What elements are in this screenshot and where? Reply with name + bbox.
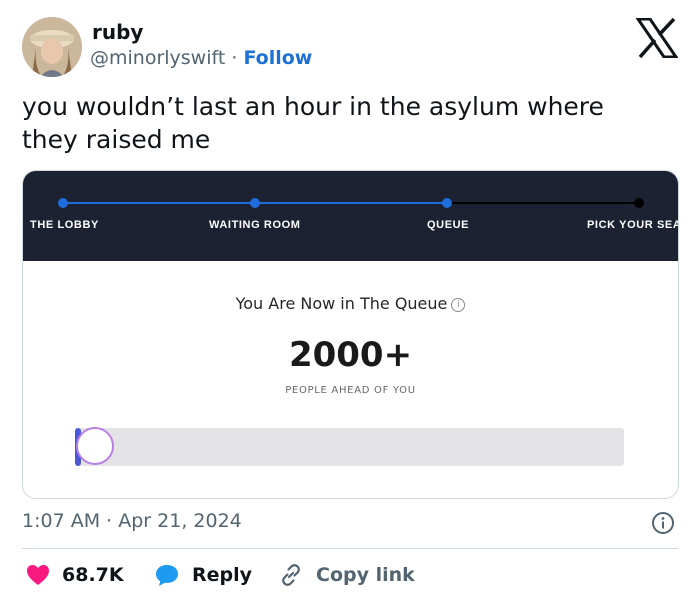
media-card[interactable]: THE LOBBY WAITING ROOM QUEUE PICK YOUR S… [22, 170, 679, 499]
step-tracker [58, 198, 644, 208]
reply-label: Reply [192, 564, 253, 586]
queue-count: 2000+ [288, 335, 413, 375]
queue-progress-bar [77, 428, 624, 466]
avatar[interactable] [22, 17, 82, 77]
tweet-time: 1:07 AM [22, 510, 101, 532]
tweet-date: Apr 21, 2024 [118, 510, 242, 532]
divider [22, 548, 678, 549]
timestamp-separator: · [106, 510, 113, 532]
step-label-waiting-room: WAITING ROOM [209, 219, 301, 231]
tweet-timestamp[interactable]: 1:07 AM · Apr 21, 2024 [22, 510, 242, 532]
author-handle-row: @minorlyswift · Follow [90, 47, 312, 69]
step-label-lobby: THE LOBBY [30, 219, 99, 231]
info-icon[interactable] [651, 511, 675, 535]
link-icon [282, 564, 300, 586]
like-button[interactable]: 68.7K [26, 562, 124, 588]
step-dot-queue [442, 198, 452, 208]
reply-button[interactable]: Reply [154, 562, 252, 588]
people-ahead-label: PEOPLE AHEAD OF YOU [285, 385, 416, 396]
author-handle[interactable]: @minorlyswift [90, 47, 225, 69]
queue-title: You Are Now in The Queue i [23, 294, 678, 313]
step-label-queue: QUEUE [427, 219, 470, 231]
heart-icon [27, 565, 49, 585]
reply-bubble-icon [156, 565, 178, 586]
step-label-pick-seat: PICK YOUR SEA [587, 219, 679, 231]
x-logo-icon[interactable] [635, 17, 679, 59]
queue-info-icon[interactable]: i [451, 298, 466, 312]
follow-button[interactable]: Follow [243, 47, 312, 69]
progress-header: THE LOBBY WAITING ROOM QUEUE PICK YOUR S… [23, 171, 678, 261]
step-dot-lobby [58, 198, 68, 208]
copy-link-label: Copy link [316, 564, 415, 586]
queue-progress-knob [76, 427, 114, 465]
tweet-text: you wouldn’t last an hour in the asylum … [22, 92, 604, 154]
handle-separator: · [231, 47, 238, 69]
step-dot-pick-seat [634, 198, 644, 208]
like-count: 68.7K [62, 564, 124, 586]
copy-link-button[interactable]: Copy link [278, 562, 415, 588]
queue-title-text: You Are Now in The Queue [235, 294, 448, 313]
step-dot-waiting-room [250, 198, 260, 208]
author-name[interactable]: ruby [92, 20, 143, 44]
